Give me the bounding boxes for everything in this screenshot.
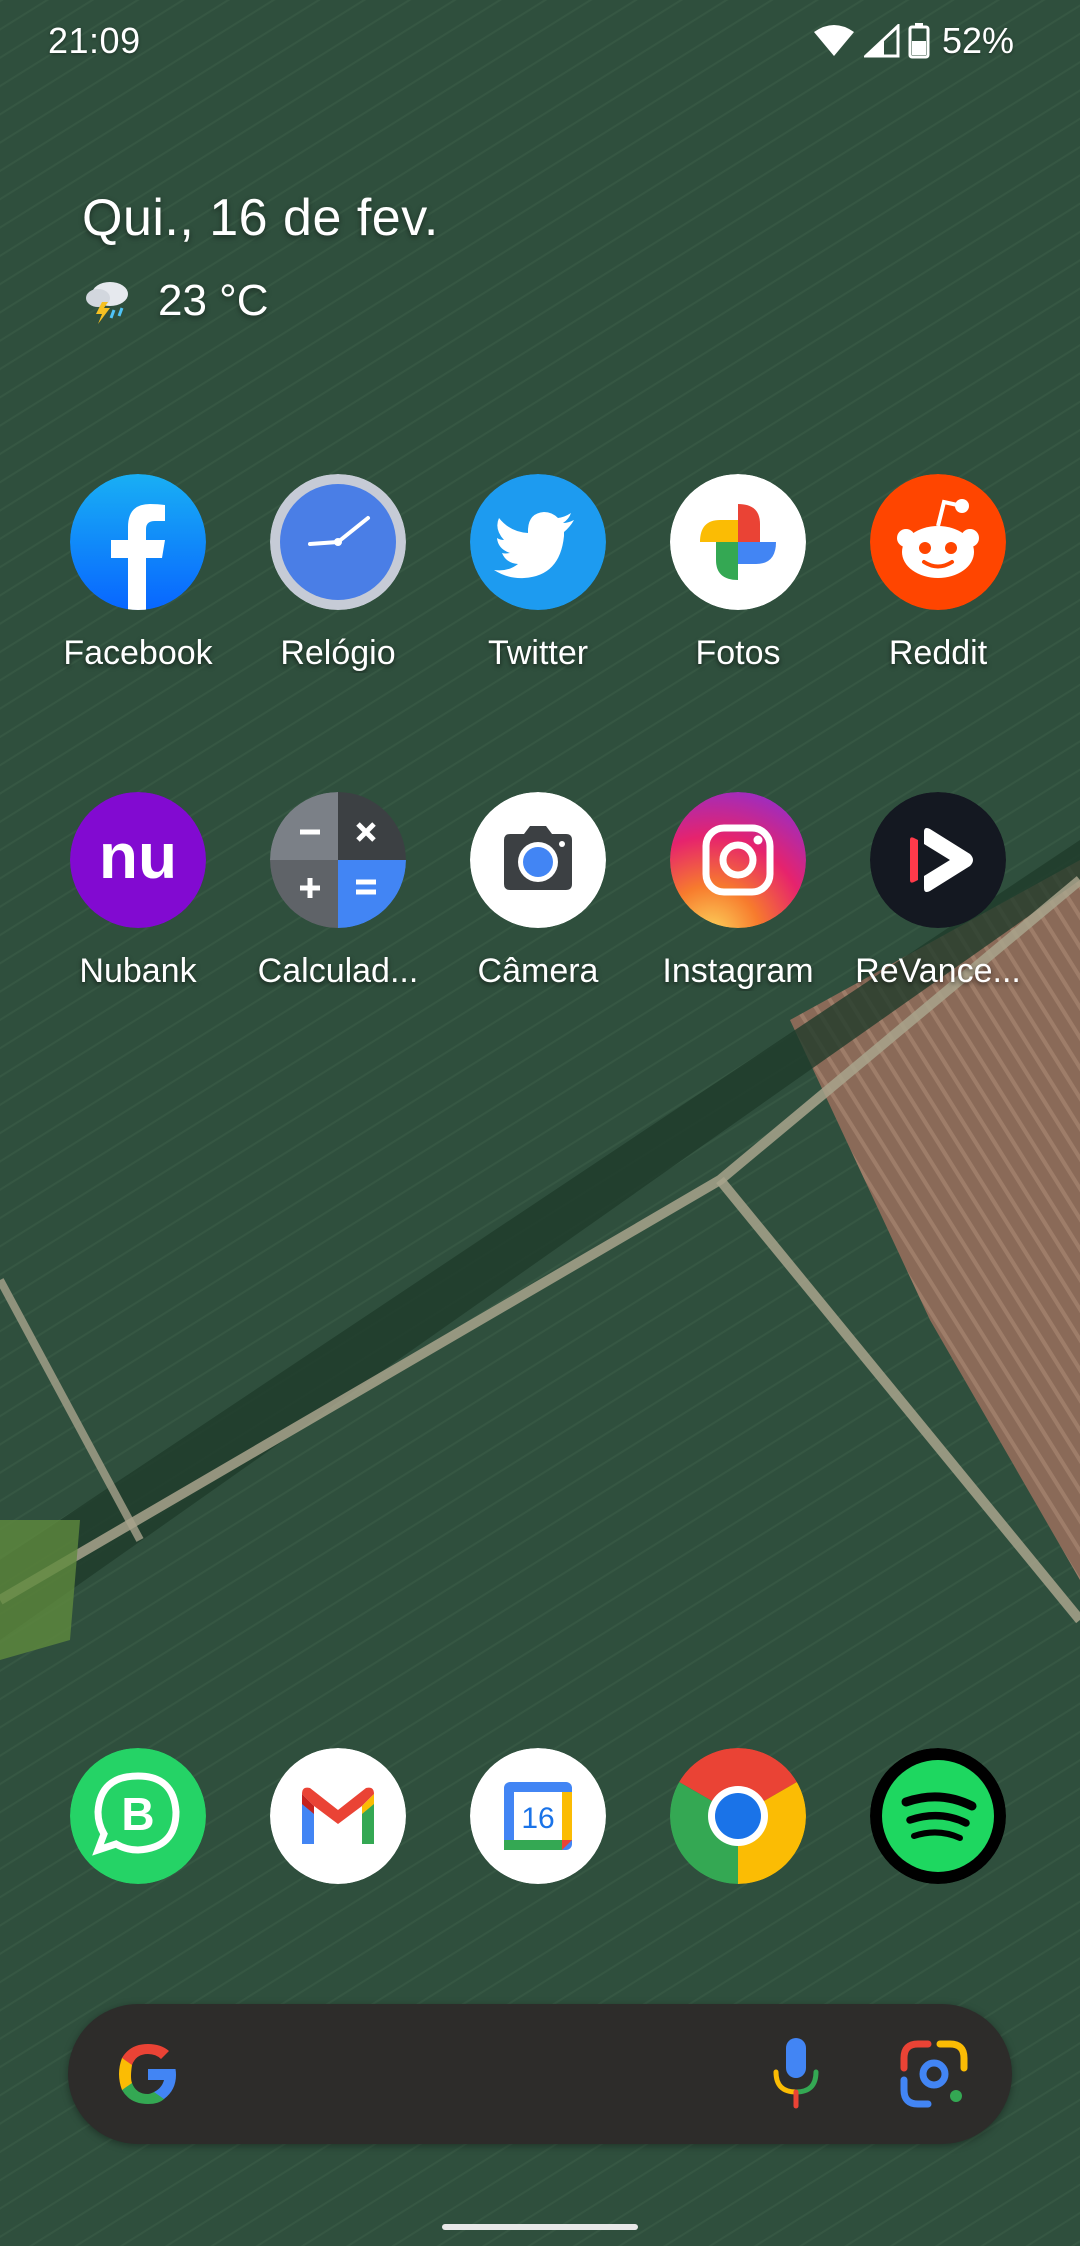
app-label: Nubank: [79, 952, 197, 990]
battery-icon: [908, 23, 930, 59]
app-facebook[interactable]: Facebook: [43, 474, 233, 673]
app-grid: Facebook Relógio Twitter Fotos Reddit nu…: [0, 474, 1080, 1110]
home-gesture-bar[interactable]: [442, 2224, 638, 2230]
app-label: Fotos: [695, 634, 781, 672]
wallpaper-image: [0, 0, 1080, 2246]
status-time: 21:09: [48, 20, 141, 61]
revanced-icon[interactable]: [870, 792, 1006, 928]
dock-google-calendar[interactable]: 16: [443, 1748, 633, 1884]
app-row-2: nu Nubank Calculad... Câmera Instagram R…: [0, 792, 1080, 1110]
calculator-icon[interactable]: [270, 792, 406, 928]
app-label: Relógio: [280, 634, 396, 672]
dock-chrome[interactable]: [643, 1748, 833, 1884]
app-instagram[interactable]: Instagram: [643, 792, 833, 991]
cellular-signal-icon: [863, 24, 900, 58]
app-reddit[interactable]: Reddit: [843, 474, 1033, 673]
app-label: Instagram: [662, 952, 814, 990]
app-label: Câmera: [477, 952, 599, 990]
dock: B 16: [0, 1748, 1080, 1888]
wifi-icon: [813, 25, 854, 56]
svg-text:B: B: [121, 1788, 154, 1840]
spotify-icon[interactable]: [870, 1748, 1006, 1884]
app-revanced[interactable]: ReVance...: [843, 792, 1033, 991]
chrome-icon[interactable]: [670, 1748, 806, 1884]
google-search-bar[interactable]: [68, 2004, 1012, 2144]
google-lens-icon[interactable]: [898, 2038, 970, 2110]
thunderstorm-rain-icon: [86, 282, 128, 324]
app-camera[interactable]: Câmera: [443, 792, 633, 991]
twitter-icon[interactable]: [470, 474, 606, 610]
google-photos-icon[interactable]: [670, 474, 806, 610]
at-a-glance-widget[interactable]: Qui., 16 de fev. 23 °C: [82, 188, 439, 326]
whatsapp-business-icon[interactable]: B: [70, 1748, 206, 1884]
battery-percent: 52%: [941, 20, 1014, 61]
nubank-logo-text: nu: [99, 820, 177, 892]
app-row-1: Facebook Relógio Twitter Fotos Reddit: [0, 474, 1080, 792]
app-clock[interactable]: Relógio: [243, 474, 433, 673]
dock-gmail[interactable]: [243, 1748, 433, 1884]
facebook-icon[interactable]: [70, 474, 206, 610]
app-photos[interactable]: Fotos: [643, 474, 833, 673]
app-label: ReVance...: [855, 952, 1021, 990]
app-nubank[interactable]: nu Nubank: [43, 792, 233, 991]
app-label: Facebook: [63, 634, 213, 672]
date-text[interactable]: Qui., 16 de fev.: [82, 188, 439, 248]
reddit-icon[interactable]: [870, 474, 1006, 610]
instagram-icon[interactable]: [670, 792, 806, 928]
nubank-icon[interactable]: nu: [70, 792, 206, 928]
dock-spotify[interactable]: [843, 1748, 1033, 1884]
status-icons: 52%: [812, 20, 1014, 62]
camera-icon[interactable]: [470, 792, 606, 928]
app-label: Reddit: [888, 634, 988, 672]
app-twitter[interactable]: Twitter: [443, 474, 633, 673]
app-calculator[interactable]: Calculad...: [243, 792, 433, 991]
app-label: Twitter: [487, 634, 589, 672]
temperature-text: 23 °C: [158, 276, 269, 325]
google-calendar-icon[interactable]: 16: [470, 1748, 606, 1884]
google-logo-icon[interactable]: [112, 2038, 184, 2110]
weather-row[interactable]: 23 °C: [82, 276, 439, 326]
status-bar: 21:09 52%: [0, 0, 1080, 84]
app-label: Calculad...: [257, 952, 419, 990]
microphone-icon[interactable]: [764, 2034, 828, 2114]
calendar-day-text: 16: [521, 1802, 554, 1835]
clock-icon[interactable]: [270, 474, 406, 610]
dock-whatsapp-business[interactable]: B: [43, 1748, 233, 1884]
gmail-icon[interactable]: [270, 1748, 406, 1884]
